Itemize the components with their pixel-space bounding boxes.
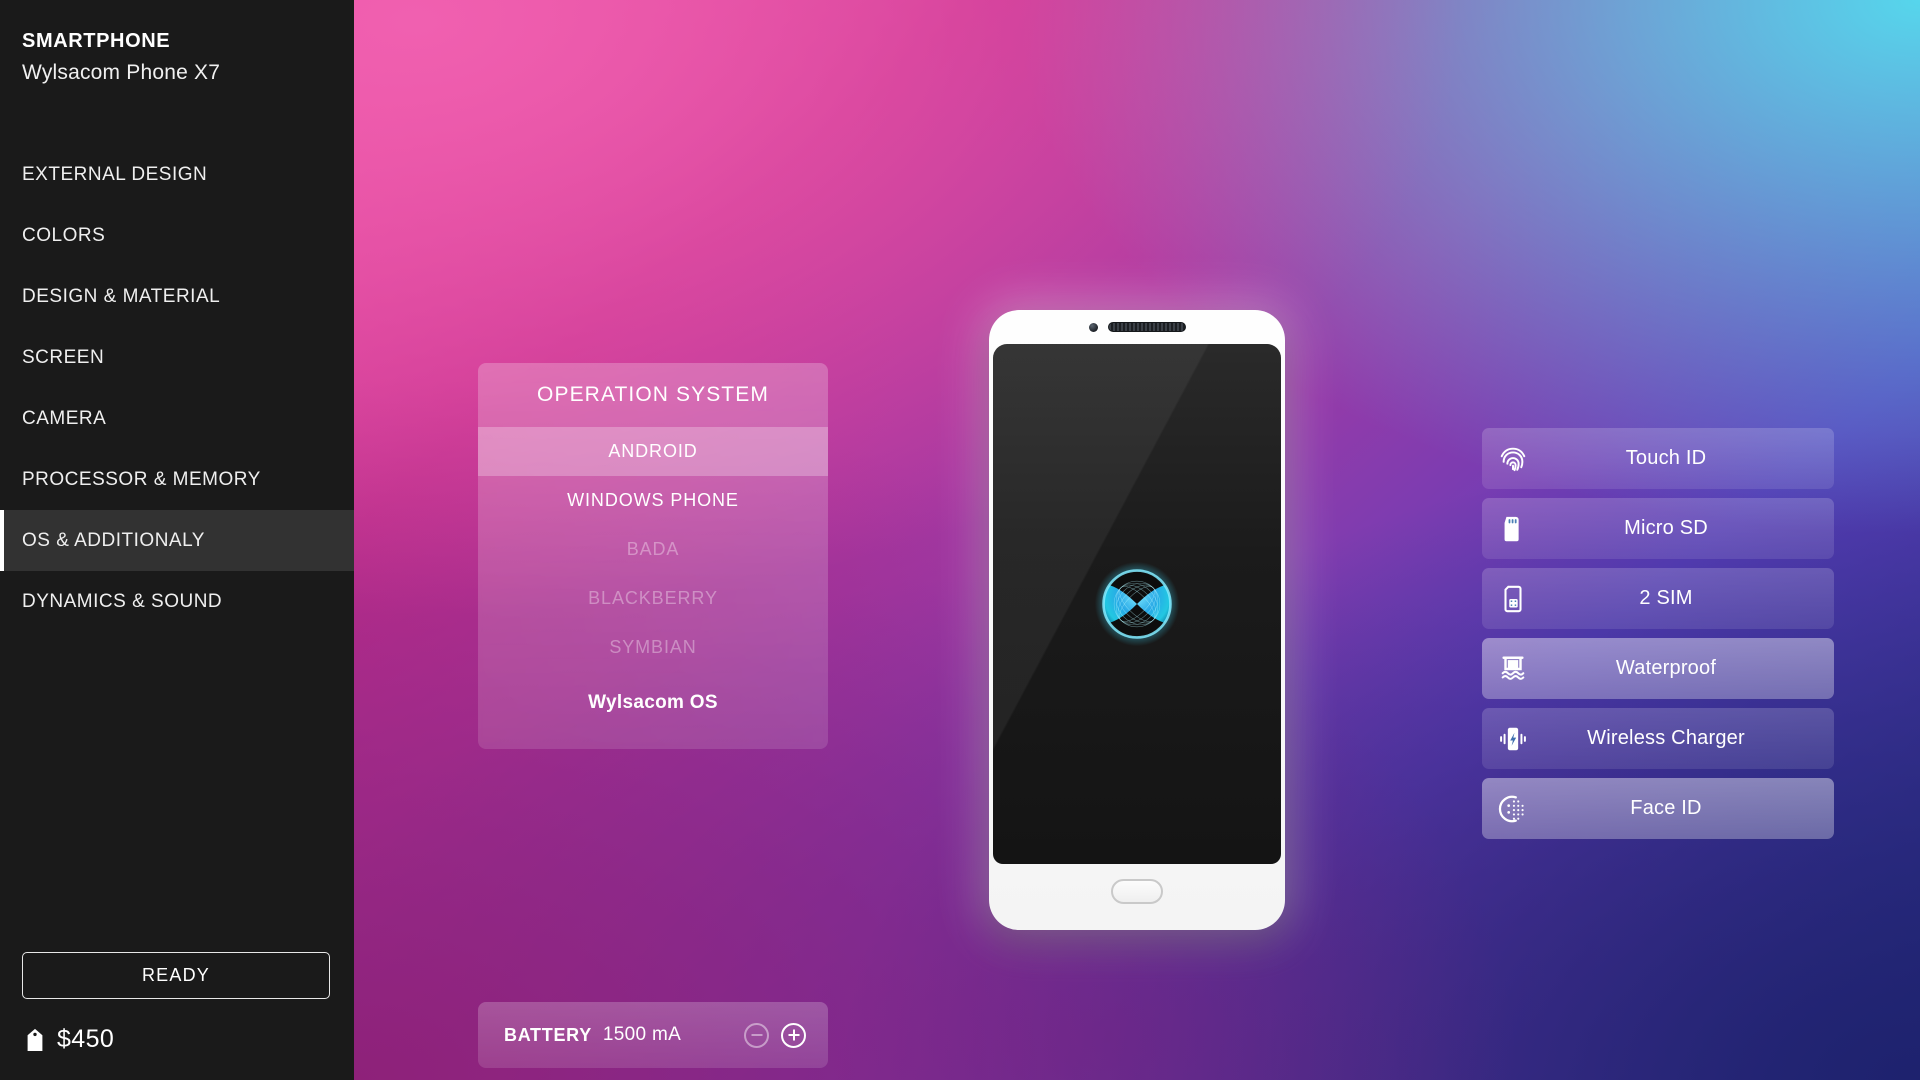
feature-label: Touch ID bbox=[1625, 447, 1707, 469]
price-row: $450 bbox=[22, 1025, 332, 1054]
wireless-charger-icon bbox=[1482, 724, 1544, 754]
os-option-android[interactable]: ANDROID bbox=[478, 427, 828, 476]
feature-label: Wireless Charger bbox=[1587, 727, 1745, 749]
earpiece-speaker-icon bbox=[1107, 322, 1186, 332]
battery-increase-button[interactable] bbox=[781, 1022, 806, 1048]
feature-toggle-2-sim[interactable]: 2 SIM bbox=[1482, 568, 1834, 629]
ready-button[interactable]: READY bbox=[22, 952, 330, 999]
price-value: $450 bbox=[57, 1025, 115, 1053]
operation-system-panel: OPERATION SYSTEM ANDROID WINDOWS PHONE BAD… bbox=[478, 363, 828, 749]
price-tag-icon bbox=[25, 1028, 45, 1052]
battery-label: BATTERY bbox=[504, 1024, 592, 1045]
brand-block: SMARTPHONE Wylsacom Phone X7 bbox=[0, 0, 354, 88]
sidebar-footer: READY $450 bbox=[0, 952, 354, 1080]
configurator-stage: OPERATION SYSTEM ANDROID WINDOWS PHONE BAD… bbox=[354, 0, 1920, 1080]
os-option-symbian: SYMBIAN bbox=[478, 623, 828, 672]
feature-label: Micro SD bbox=[1624, 517, 1708, 539]
sidebar-item-external-design[interactable]: EXTERNAL DESIGN bbox=[0, 144, 354, 205]
operation-system-list: ANDROID WINDOWS PHONE BADA BLACKBERRY SYMBIA… bbox=[478, 427, 828, 727]
os-option-bada: BADA bbox=[478, 525, 828, 574]
operation-system-title: OPERATION SYSTEM bbox=[537, 383, 769, 406]
os-option-windows-phone[interactable]: WINDOWS PHONE bbox=[478, 476, 828, 525]
battery-control: BATTERY 1500 mA bbox=[478, 1002, 828, 1068]
front-camera-icon bbox=[1088, 322, 1098, 332]
feature-toggle-face-id[interactable]: Face ID bbox=[1482, 778, 1834, 839]
feature-toggle-touch-id[interactable]: Touch ID bbox=[1482, 428, 1834, 489]
os-option-blackberry: BLACKBERRY bbox=[478, 574, 828, 623]
sidebar-item-camera[interactable]: CAMERA bbox=[0, 388, 354, 449]
feature-label: Face ID bbox=[1630, 797, 1702, 819]
feature-label: 2 SIM bbox=[1639, 587, 1693, 609]
face-id-icon bbox=[1482, 794, 1544, 824]
sidebar-item-processor-memory[interactable]: PROCESSOR & MEMORY bbox=[0, 449, 354, 510]
home-button[interactable] bbox=[1111, 879, 1163, 904]
sidebar-item-screen[interactable]: SCREEN bbox=[0, 327, 354, 388]
waterproof-icon bbox=[1482, 654, 1544, 684]
sidebar-nav: EXTERNAL DESIGN COLORS DESIGN & MATERIAL SC… bbox=[0, 144, 354, 632]
brand-title: SMARTPHONE bbox=[22, 30, 171, 52]
fingerprint-icon bbox=[1482, 444, 1544, 474]
feature-toggle-micro-sd[interactable]: Micro SD bbox=[1482, 498, 1834, 559]
sidebar: SMARTPHONE Wylsacom Phone X7 EXTERNAL DE… bbox=[0, 0, 354, 1080]
sidebar-item-design-material[interactable]: DESIGN & MATERIAL bbox=[0, 266, 354, 327]
phone-body bbox=[989, 310, 1285, 930]
phone-top-bezel bbox=[989, 310, 1285, 344]
phone-screen bbox=[993, 344, 1281, 864]
feature-toggle-wireless-charger[interactable]: Wireless Charger bbox=[1482, 708, 1834, 769]
sd-card-icon bbox=[1482, 514, 1544, 544]
os-option-wylsacom-os[interactable]: Wylsacom OS bbox=[478, 678, 828, 727]
sim-card-icon bbox=[1482, 584, 1544, 614]
feature-toggle-list: Touch ID Micro SD 2 SIM Waterproof Wireless … bbox=[1482, 428, 1834, 839]
battery-value: 1500 mA bbox=[602, 1024, 682, 1045]
phone-preview bbox=[989, 310, 1285, 930]
feature-label: Waterproof bbox=[1615, 657, 1717, 679]
wylsacom-orb-logo-icon bbox=[1093, 560, 1181, 648]
feature-toggle-waterproof[interactable]: Waterproof bbox=[1482, 638, 1834, 699]
brand-subtitle: Wylsacom Phone X7 bbox=[22, 61, 221, 84]
sidebar-item-colors[interactable]: COLORS bbox=[0, 205, 354, 266]
app-root: SMARTPHONE Wylsacom Phone X7 EXTERNAL DE… bbox=[0, 0, 1920, 1080]
battery-decrease-button[interactable] bbox=[744, 1022, 769, 1048]
sidebar-item-dynamics-sound[interactable]: DYNAMICS & SOUND bbox=[0, 571, 354, 632]
battery-steppers bbox=[744, 1022, 806, 1048]
sidebar-item-os-additionaly[interactable]: OS & ADDITIONALY bbox=[0, 510, 354, 572]
